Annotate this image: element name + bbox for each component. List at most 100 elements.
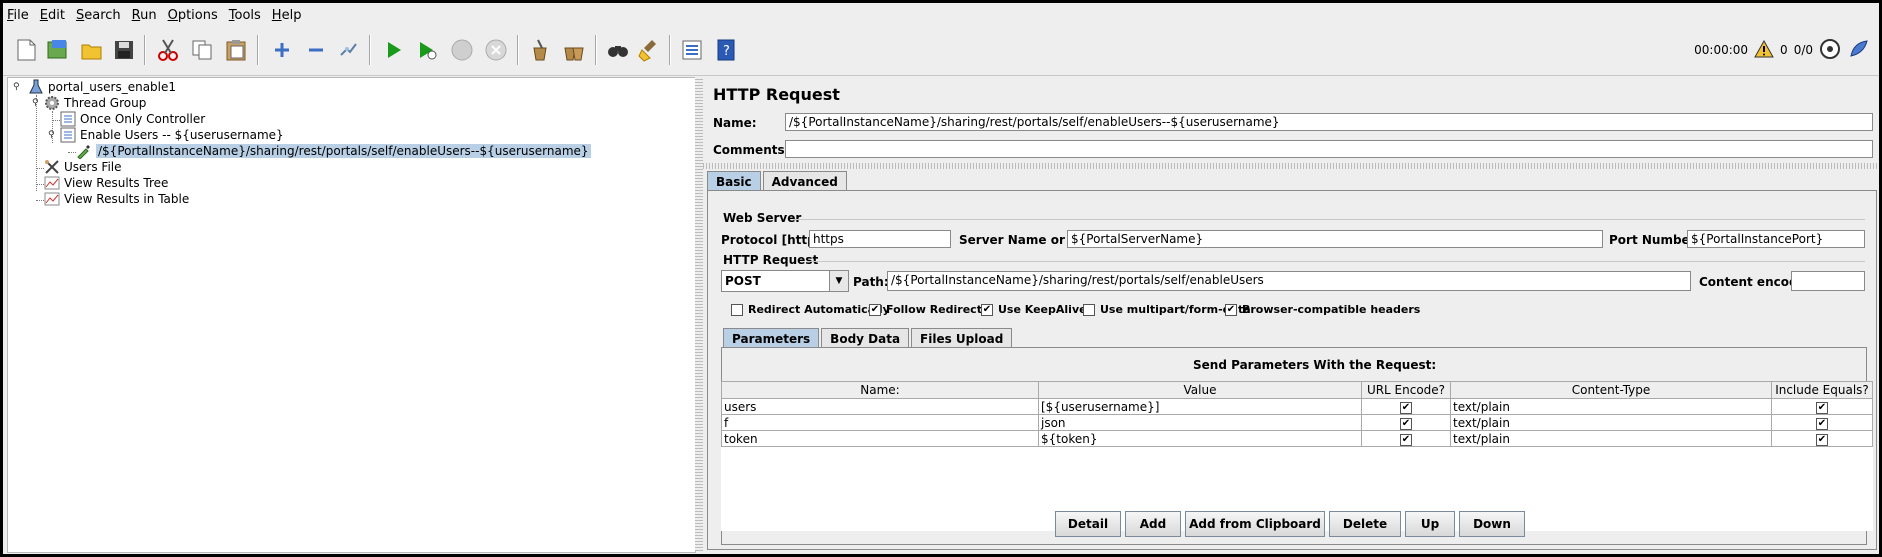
flask-icon [28,79,44,95]
url-encode-checkbox[interactable]: ✔ [1361,430,1451,447]
thread-group-toggle[interactable]: ⚲ [32,98,39,108]
name-field[interactable]: /${PortalInstanceName}/sharing/rest/port… [785,113,1873,131]
test-plan-tree: ⚲ portal_users_enable1 ⚲ Thread Group On… [7,77,696,553]
cut-icon[interactable] [153,35,183,65]
reset-search-icon[interactable] [635,35,665,65]
root-expand-toggle[interactable]: ⚲ [13,82,20,92]
gear-icon [44,95,60,111]
keepalive-checkbox[interactable]: ✔ Use KeepAlive [981,303,1087,316]
detail-button[interactable]: Detail [1055,511,1121,537]
tools-icon [44,159,60,175]
tab-advanced[interactable]: Advanced [762,171,847,191]
empty-row [721,461,1873,475]
name-label: Name: [713,116,757,130]
toolbar: ? 00:00:00 0 0/0 [3,29,1879,76]
param-name[interactable]: f [721,414,1039,431]
col-content-type[interactable]: Content-Type [1450,381,1772,399]
tab-parameters[interactable]: Parameters [723,328,820,348]
new-icon[interactable] [11,35,41,65]
toggle-icon[interactable] [333,35,363,65]
stop-icon[interactable] [447,35,477,65]
collapse-divider[interactable] [703,163,1879,169]
add-button[interactable]: Add [1125,511,1181,537]
col-name[interactable]: Name: [721,381,1039,399]
start-icon[interactable] [379,35,409,65]
col-url-encode[interactable]: URL Encode? [1361,381,1451,399]
copy-icon[interactable] [187,35,217,65]
method-select[interactable]: POST ▼ [721,270,849,292]
empty-row [721,489,1873,503]
include-equals-checkbox[interactable]: ✔ [1771,398,1873,415]
table-row[interactable]: token ${token} ✔ text/plain ✔ [721,430,1873,447]
url-encode-checkbox[interactable]: ✔ [1361,398,1451,415]
up-button[interactable]: Up [1405,511,1455,537]
path-field[interactable]: /${PortalInstanceName}/sharing/rest/port… [887,271,1691,291]
clear-icon[interactable] [525,35,555,65]
tree-node-http-sampler[interactable]: /${PortalInstanceName}/sharing/rest/port… [76,142,591,160]
delete-button[interactable]: Delete [1329,511,1401,537]
comments-field[interactable] [785,140,1873,158]
split-divider[interactable] [695,77,703,551]
app-window: File Edit Search Run Options Tools Help [0,0,1882,557]
chart-icon [44,191,60,207]
include-equals-checkbox[interactable]: ✔ [1771,414,1873,431]
encoding-field[interactable] [1791,271,1865,291]
param-name[interactable]: users [721,398,1039,415]
feather-icon [1847,38,1869,63]
table-row[interactable]: users [${userusername}] ✔ text/plain ✔ [721,398,1873,415]
chevron-down-icon[interactable]: ▼ [829,271,848,291]
save-icon[interactable] [109,35,139,65]
function-helper-icon[interactable] [677,35,707,65]
tab-body-data[interactable]: Body Data [821,328,910,348]
status-area: 00:00:00 0 0/0 [1694,35,1869,65]
menu-file[interactable]: File [7,8,29,23]
search-icon[interactable] [603,35,633,65]
menu-options[interactable]: Options [168,8,218,23]
redirect-auto-checkbox[interactable]: Redirect Automatically [731,303,890,316]
include-equals-checkbox[interactable]: ✔ [1771,430,1873,447]
tab-basic[interactable]: Basic [707,171,761,191]
param-name[interactable]: token [721,430,1039,447]
server-field[interactable]: ${PortalServerName} [1067,230,1603,248]
menubar: File Edit Search Run Options Tools Help [3,3,1879,27]
url-encode-checkbox[interactable]: ✔ [1361,414,1451,431]
table-row[interactable]: f json ✔ text/plain ✔ [721,414,1873,431]
col-include-equals[interactable]: Include Equals? [1771,381,1873,399]
templates-icon[interactable] [43,35,73,65]
menu-run[interactable]: Run [132,8,157,23]
controller-icon [60,127,76,143]
expand-icon[interactable] [267,35,297,65]
collapse-icon[interactable] [301,35,331,65]
menu-search[interactable]: Search [76,8,121,23]
path-label: Path: [853,275,889,289]
add-from-clipboard-button[interactable]: Add from Clipboard [1185,511,1325,537]
param-value[interactable]: json [1038,414,1362,431]
tab-files-upload[interactable]: Files Upload [911,328,1013,348]
help-icon[interactable]: ? [711,35,741,65]
open-icon[interactable] [77,35,107,65]
paste-icon[interactable] [221,35,251,65]
down-button[interactable]: Down [1459,511,1525,537]
param-content-type[interactable]: text/plain [1450,430,1772,447]
enable-users-toggle[interactable]: ⚲ [48,130,55,140]
warning-icon[interactable] [1754,39,1774,61]
param-content-type[interactable]: text/plain [1450,414,1772,431]
warning-count: 0 [1780,43,1788,57]
shutdown-icon[interactable] [481,35,511,65]
clear-all-icon[interactable] [559,35,589,65]
tree-node-view-results-table[interactable]: View Results in Table [44,190,189,208]
pipette-icon [76,143,92,159]
follow-redirects-checkbox[interactable]: ✔ Follow Redirects [869,303,989,316]
param-content-type[interactable]: text/plain [1450,398,1772,415]
col-value[interactable]: Value [1038,381,1362,399]
menu-help[interactable]: Help [272,8,302,23]
port-field[interactable]: ${PortalInstancePort} [1687,230,1865,248]
protocol-field[interactable]: https [809,230,951,248]
menu-tools[interactable]: Tools [229,8,261,23]
svg-text:?: ? [723,44,730,59]
menu-edit[interactable]: Edit [40,8,65,23]
param-value[interactable]: [${userusername}] [1038,398,1362,415]
start-no-pause-icon[interactable] [413,35,443,65]
param-value[interactable]: ${token} [1038,430,1362,447]
browser-headers-checkbox[interactable]: ✔ Browser-compatible headers [1225,303,1420,316]
